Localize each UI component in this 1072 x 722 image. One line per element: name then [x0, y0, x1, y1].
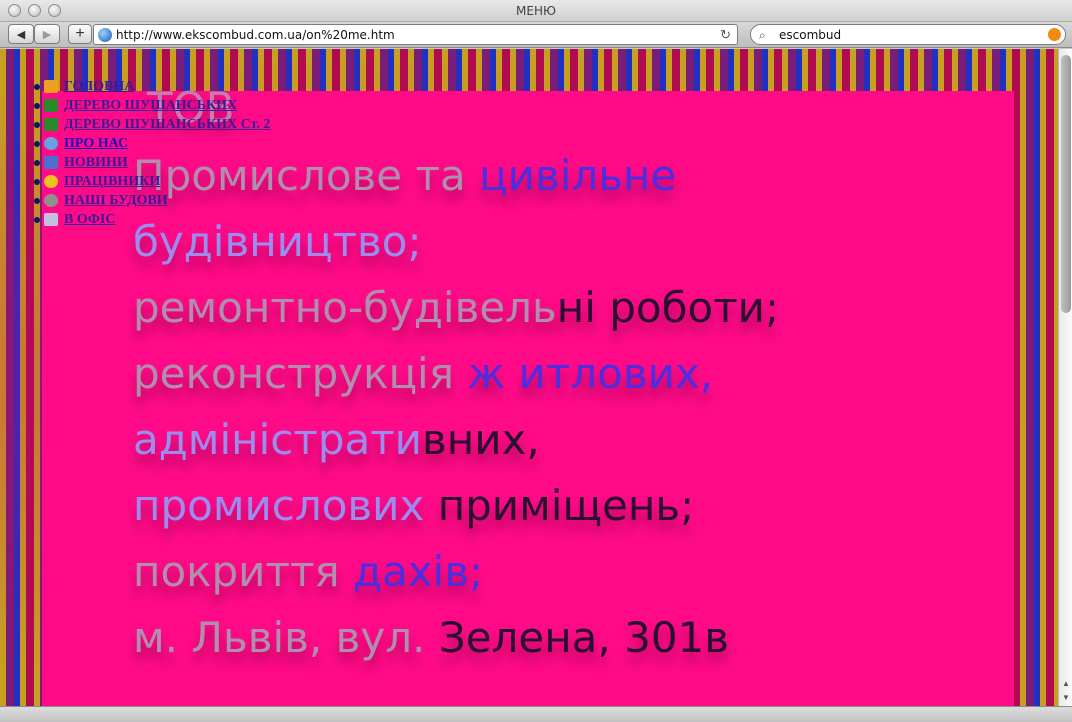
window-title: МЕНЮ: [516, 4, 556, 18]
menu-item-tree-page-2[interactable]: ДЕРЕВО ШУШАНСЬКИХ Ст. 2: [33, 115, 270, 134]
menu-item-about[interactable]: ПРО НАС: [33, 134, 270, 153]
home-icon: [44, 80, 58, 93]
url-text: http://www.ekscombud.com.ua/on%20me.htm: [116, 27, 395, 42]
line-part: ні роботи;: [556, 283, 780, 332]
reload-icon[interactable]: ↻: [720, 27, 731, 43]
menu-item-staff[interactable]: ПРАЦІВНИКИ: [33, 172, 270, 191]
sun-icon: [44, 175, 58, 188]
add-bookmark-button[interactable]: +: [68, 24, 92, 44]
scroll-up-arrow[interactable]: ▲: [1059, 676, 1072, 690]
mail-icon: [44, 213, 58, 226]
line-part: приміщень;: [437, 481, 695, 530]
line-part: реконструкція: [133, 349, 468, 398]
globe-icon: [98, 28, 112, 42]
text-line: м. Львів, вул. Зелена, 301в: [133, 605, 993, 671]
search-icon: ⌕: [759, 28, 766, 42]
browser-window: МЕНЮ ◀ ▶ + http://www.ekscombud.com.ua/o…: [0, 0, 1072, 722]
gear-icon: [44, 194, 58, 207]
vertical-scrollbar[interactable]: ▲ ▼: [1058, 49, 1072, 706]
menu-item-projects[interactable]: НАШІ БУДОВИ: [33, 191, 270, 210]
line-part: дахів;: [353, 547, 484, 596]
line-part: покриття: [133, 547, 354, 596]
menu-link[interactable]: ДЕРЕВО ШУШАНСЬКИХ Ст. 2: [64, 117, 270, 133]
scrollbar-thumb[interactable]: [1061, 55, 1071, 313]
line-part: ж итлових,: [467, 349, 714, 398]
menu-link[interactable]: НОВИНИ: [64, 155, 128, 171]
text-line: промислових приміщень;: [133, 473, 993, 539]
line-part: м. Львів, вул.: [133, 613, 439, 662]
line-part: вних,: [421, 415, 540, 464]
menu-link[interactable]: НАШІ БУДОВИ: [64, 193, 168, 209]
book-icon: [44, 156, 58, 169]
menu-item-home[interactable]: ГОЛОВНА: [33, 77, 270, 96]
menu-link[interactable]: В ОФІС: [64, 212, 115, 228]
menu-link[interactable]: ДЕРЕВО ШУШАНСЬКИХ: [64, 98, 237, 114]
line-part: адміністрати: [133, 415, 422, 464]
tree-icon: [44, 118, 58, 131]
line-part: цивільне: [479, 151, 677, 200]
back-button[interactable]: ◀: [8, 24, 34, 44]
text-line: адміністративних,: [133, 407, 993, 473]
clear-search-icon[interactable]: [1048, 28, 1061, 41]
text-line: реконструкція ж итлових,: [133, 341, 993, 407]
browser-toolbar: ◀ ▶ + http://www.ekscombud.com.ua/on%20m…: [0, 22, 1072, 48]
address-bar[interactable]: http://www.ekscombud.com.ua/on%20me.htm …: [93, 24, 738, 45]
status-bar: [0, 706, 1072, 722]
scroll-down-arrow[interactable]: ▼: [1059, 690, 1072, 704]
web-page: ТОВ Промислове та цивільне будівництво; …: [0, 49, 1058, 706]
site-menu: ГОЛОВНА ДЕРЕВО ШУШАНСЬКИХ ДЕРЕВО ШУШАНСЬ…: [33, 77, 270, 229]
menu-item-office[interactable]: В ОФІС: [33, 210, 270, 229]
menu-link[interactable]: ПРО НАС: [64, 136, 128, 152]
forward-button[interactable]: ▶: [34, 24, 60, 44]
search-field[interactable]: ⌕ escombud: [750, 24, 1066, 45]
menu-link[interactable]: ПРАЦІВНИКИ: [64, 174, 160, 190]
line-part: Зелена, 301в: [438, 613, 730, 662]
text-line: ремонтно-будівельні роботи;: [133, 275, 993, 341]
menu-item-tree[interactable]: ДЕРЕВО ШУШАНСЬКИХ: [33, 96, 270, 115]
text-line: покриття дахів;: [133, 539, 993, 605]
title-bar: МЕНЮ: [0, 0, 1072, 22]
line-part: промислових: [133, 481, 438, 530]
menu-item-news[interactable]: НОВИНИ: [33, 153, 270, 172]
tree-icon: [44, 99, 58, 112]
search-text: escombud: [779, 27, 842, 42]
menu-link[interactable]: ГОЛОВНА: [64, 79, 134, 95]
people-icon: [44, 137, 58, 150]
line-part: ремонтно-будівель: [133, 283, 557, 332]
